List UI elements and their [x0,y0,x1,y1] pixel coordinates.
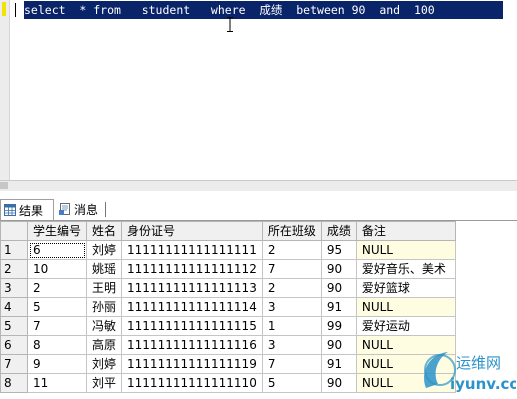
cell-class[interactable]: 5 [262,374,321,393]
row-number[interactable]: 4 [1,298,28,317]
table-row: 6 8 高原 11111111111111116 3 90 NULL [1,336,456,355]
row-number[interactable]: 1 [1,241,28,260]
column-header[interactable]: 身份证号 [122,222,263,241]
cell-name[interactable]: 姚瑶 [87,260,122,279]
editor-gutter [0,0,10,180]
table-row: 3 2 王明 11111111111111113 2 90 爱好篮球 [1,279,456,298]
tab-separator [105,202,106,217]
table-row: 5 7 冯敏 11111111111111115 1 99 爱好运动 [1,317,456,336]
cell-name[interactable]: 刘平 [87,374,122,393]
table-row: 7 9 刘婷 11111111111111119 7 91 NULL [1,355,456,374]
cell-class[interactable]: 1 [262,317,321,336]
tab-messages[interactable]: 消息 [56,199,106,219]
cell-student-id[interactable]: 5 [28,298,87,317]
ibeam-cursor-icon [227,17,233,32]
cell-name[interactable]: 刘婷 [87,241,122,260]
cell-student-id[interactable]: 2 [28,279,87,298]
cell-student-id[interactable]: 8 [28,336,87,355]
cell-id-number[interactable]: 11111111111111114 [122,298,263,317]
cell-id-number[interactable]: 11111111111111110 [122,374,263,393]
cell-id-number[interactable]: 11111111111111112 [122,260,263,279]
table-row: 4 5 孙丽 11111111111111114 3 91 NULL [1,298,456,317]
row-number[interactable]: 8 [1,374,28,393]
cell-score[interactable]: 90 [321,260,356,279]
cell-id-number[interactable]: 11111111111111115 [122,317,263,336]
tab-messages-label: 消息 [74,201,98,218]
scroll-knob[interactable] [0,182,8,189]
cell-id-number[interactable]: 11111111111111111 [122,241,263,260]
cell-student-id[interactable]: 10 [28,260,87,279]
watermark-swoosh-icon [424,352,448,388]
cell-id-number[interactable]: 11111111111111116 [122,336,263,355]
row-number[interactable]: 7 [1,355,28,374]
cell-id-number[interactable]: 11111111111111119 [122,355,263,374]
cell-remark[interactable]: 爱好运动 [356,317,455,336]
cell-id-number[interactable]: 11111111111111113 [122,279,263,298]
table-row: 2 10 姚瑶 11111111111111112 7 90 爱好音乐、美术 [1,260,456,279]
cell-remark[interactable]: 爱好音乐、美术 [356,260,455,279]
text-caret [15,3,16,17]
cell-name[interactable]: 高原 [87,336,122,355]
cell-student-id[interactable]: 7 [28,317,87,336]
cell-name[interactable]: 孙丽 [87,298,122,317]
cell-remark[interactable]: 爱好篮球 [356,279,455,298]
cell-class[interactable]: 3 [262,336,321,355]
row-number[interactable]: 3 [1,279,28,298]
cell-class[interactable]: 7 [262,355,321,374]
results-table: 学生编号 姓名 身份证号 所在班级 成绩 备注 1 6 刘婷 111111111… [0,221,456,393]
cell-class[interactable]: 3 [262,298,321,317]
cell-student-id[interactable]: 11 [28,374,87,393]
table-row: 1 6 刘婷 11111111111111111 2 95 NULL [1,241,456,260]
message-icon [59,203,71,215]
grid-icon [4,204,16,216]
cell-score[interactable]: 91 [321,355,356,374]
header-row: 学生编号 姓名 身份证号 所在班级 成绩 备注 [1,222,456,241]
column-header[interactable]: 学生编号 [28,222,87,241]
sql-query-text[interactable]: select * from student where 成绩 between 9… [24,1,503,19]
cell-class[interactable]: 7 [262,260,321,279]
watermark-logo: 运维网 iyunv.com [416,344,516,396]
corner-cell[interactable] [1,222,28,241]
column-header[interactable]: 成绩 [321,222,356,241]
row-number[interactable]: 6 [1,336,28,355]
table-row: 8 11 刘平 11111111111111110 5 90 NULL [1,374,456,393]
watermark-domain: iyunv.com [450,375,516,393]
tab-results[interactable]: 结果 [0,199,54,220]
cell-score[interactable]: 90 [321,279,356,298]
query-editor[interactable]: select * from student where 成绩 between 9… [0,0,517,180]
cell-name[interactable]: 刘婷 [87,355,122,374]
cell-remark[interactable]: NULL [356,298,455,317]
cell-name[interactable]: 冯敏 [87,317,122,336]
cell-student-id[interactable]: 6 [28,241,87,260]
tab-results-label: 结果 [19,202,43,219]
cell-score[interactable]: 91 [321,298,356,317]
change-marker [2,2,6,16]
column-header[interactable]: 所在班级 [262,222,321,241]
column-header[interactable]: 备注 [356,222,455,241]
cell-score[interactable]: 90 [321,336,356,355]
watermark-name: 运维网 [456,354,501,372]
pane-splitter[interactable] [0,180,517,191]
results-tab-strip: 结果 消息 [0,198,517,220]
cell-class[interactable]: 2 [262,279,321,298]
cell-student-id[interactable]: 9 [28,355,87,374]
cell-class[interactable]: 2 [262,241,321,260]
column-header[interactable]: 姓名 [87,222,122,241]
cell-remark[interactable]: NULL [356,241,455,260]
row-number[interactable]: 5 [1,317,28,336]
cell-name[interactable]: 王明 [87,279,122,298]
cell-score[interactable]: 90 [321,374,356,393]
cell-score[interactable]: 95 [321,241,356,260]
cell-score[interactable]: 99 [321,317,356,336]
row-number[interactable]: 2 [1,260,28,279]
